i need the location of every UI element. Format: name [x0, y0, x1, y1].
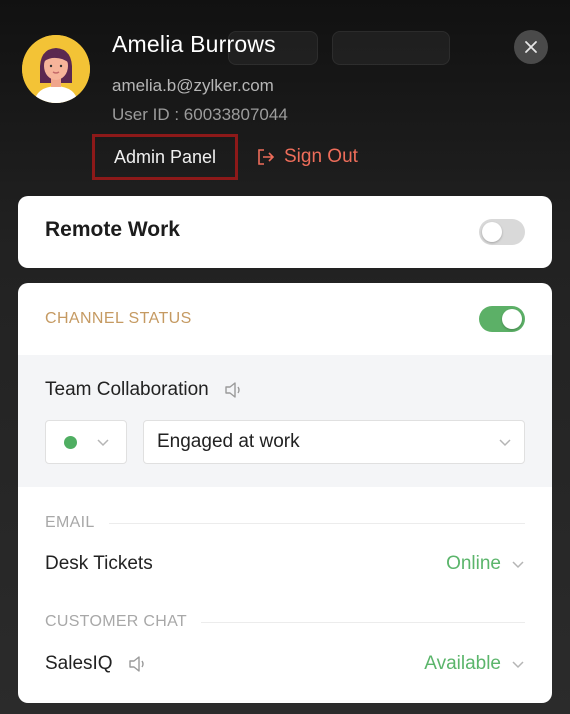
team-collaboration-label: Team Collaboration	[45, 379, 209, 400]
chevron-down-icon	[96, 434, 110, 450]
profile-panel: Amelia Burrows amelia.b@zylker.com User …	[0, 0, 570, 714]
user-name: Amelia Burrows	[112, 31, 276, 57]
toggle-knob	[482, 222, 502, 242]
admin-panel-button[interactable]: Admin Panel	[92, 134, 238, 180]
status-dot	[64, 436, 77, 449]
chevron-down-icon	[511, 556, 525, 572]
background-tab	[332, 31, 450, 65]
salesiq-row: SalesIQ Available	[45, 649, 525, 679]
divider	[200, 621, 525, 623]
salesiq-status-dropdown[interactable]: Available	[424, 653, 525, 675]
email-category-header: EMAIL	[45, 514, 525, 532]
speaker-icon[interactable]	[127, 654, 149, 674]
desk-tickets-row: Desk Tickets Online	[45, 549, 525, 579]
user-id: User ID : 60033807044	[112, 105, 288, 124]
salesiq-text: SalesIQ	[45, 653, 113, 674]
sign-out-link[interactable]: Sign Out	[256, 146, 358, 168]
salesiq-label: SalesIQ	[45, 653, 149, 675]
remote-work-toggle[interactable]	[479, 219, 525, 245]
sign-out-icon	[256, 147, 276, 167]
team-collaboration-section: Team Collaboration Engaged at work	[18, 355, 552, 487]
channel-status-card: CHANNEL STATUS Team Collaboration Engage…	[18, 283, 552, 703]
sign-out-label: Sign Out	[284, 146, 358, 167]
email-category-label: EMAIL	[45, 514, 95, 531]
divider	[108, 522, 525, 524]
desk-tickets-text: Desk Tickets	[45, 553, 153, 574]
desk-tickets-label: Desk Tickets	[45, 553, 153, 575]
desk-tickets-status-dropdown[interactable]: Online	[446, 553, 525, 575]
avatar-illustration-icon	[22, 35, 90, 103]
channel-status-heading: CHANNEL STATUS	[45, 310, 192, 327]
chevron-down-icon	[511, 656, 525, 672]
status-color-dropdown[interactable]	[45, 420, 127, 464]
user-avatar	[22, 35, 90, 103]
status-message-value: Engaged at work	[157, 431, 300, 452]
status-message-dropdown[interactable]: Engaged at work	[143, 420, 525, 464]
user-email: amelia.b@zylker.com	[112, 76, 274, 95]
chevron-down-icon	[498, 434, 512, 450]
remote-work-card: Remote Work	[18, 196, 552, 268]
customer-chat-category-label: CUSTOMER CHAT	[45, 613, 187, 630]
desk-tickets-status: Online	[446, 553, 501, 574]
admin-panel-label: Admin Panel	[113, 146, 217, 167]
speaker-icon[interactable]	[223, 380, 245, 400]
close-button[interactable]	[514, 30, 548, 64]
remote-work-label: Remote Work	[45, 218, 180, 241]
toggle-knob	[502, 309, 522, 329]
customer-chat-category-header: CUSTOMER CHAT	[45, 613, 525, 631]
close-icon	[524, 40, 538, 54]
team-collaboration-title: Team Collaboration	[45, 379, 245, 401]
channel-status-toggle[interactable]	[479, 306, 525, 332]
salesiq-status: Available	[424, 653, 501, 674]
